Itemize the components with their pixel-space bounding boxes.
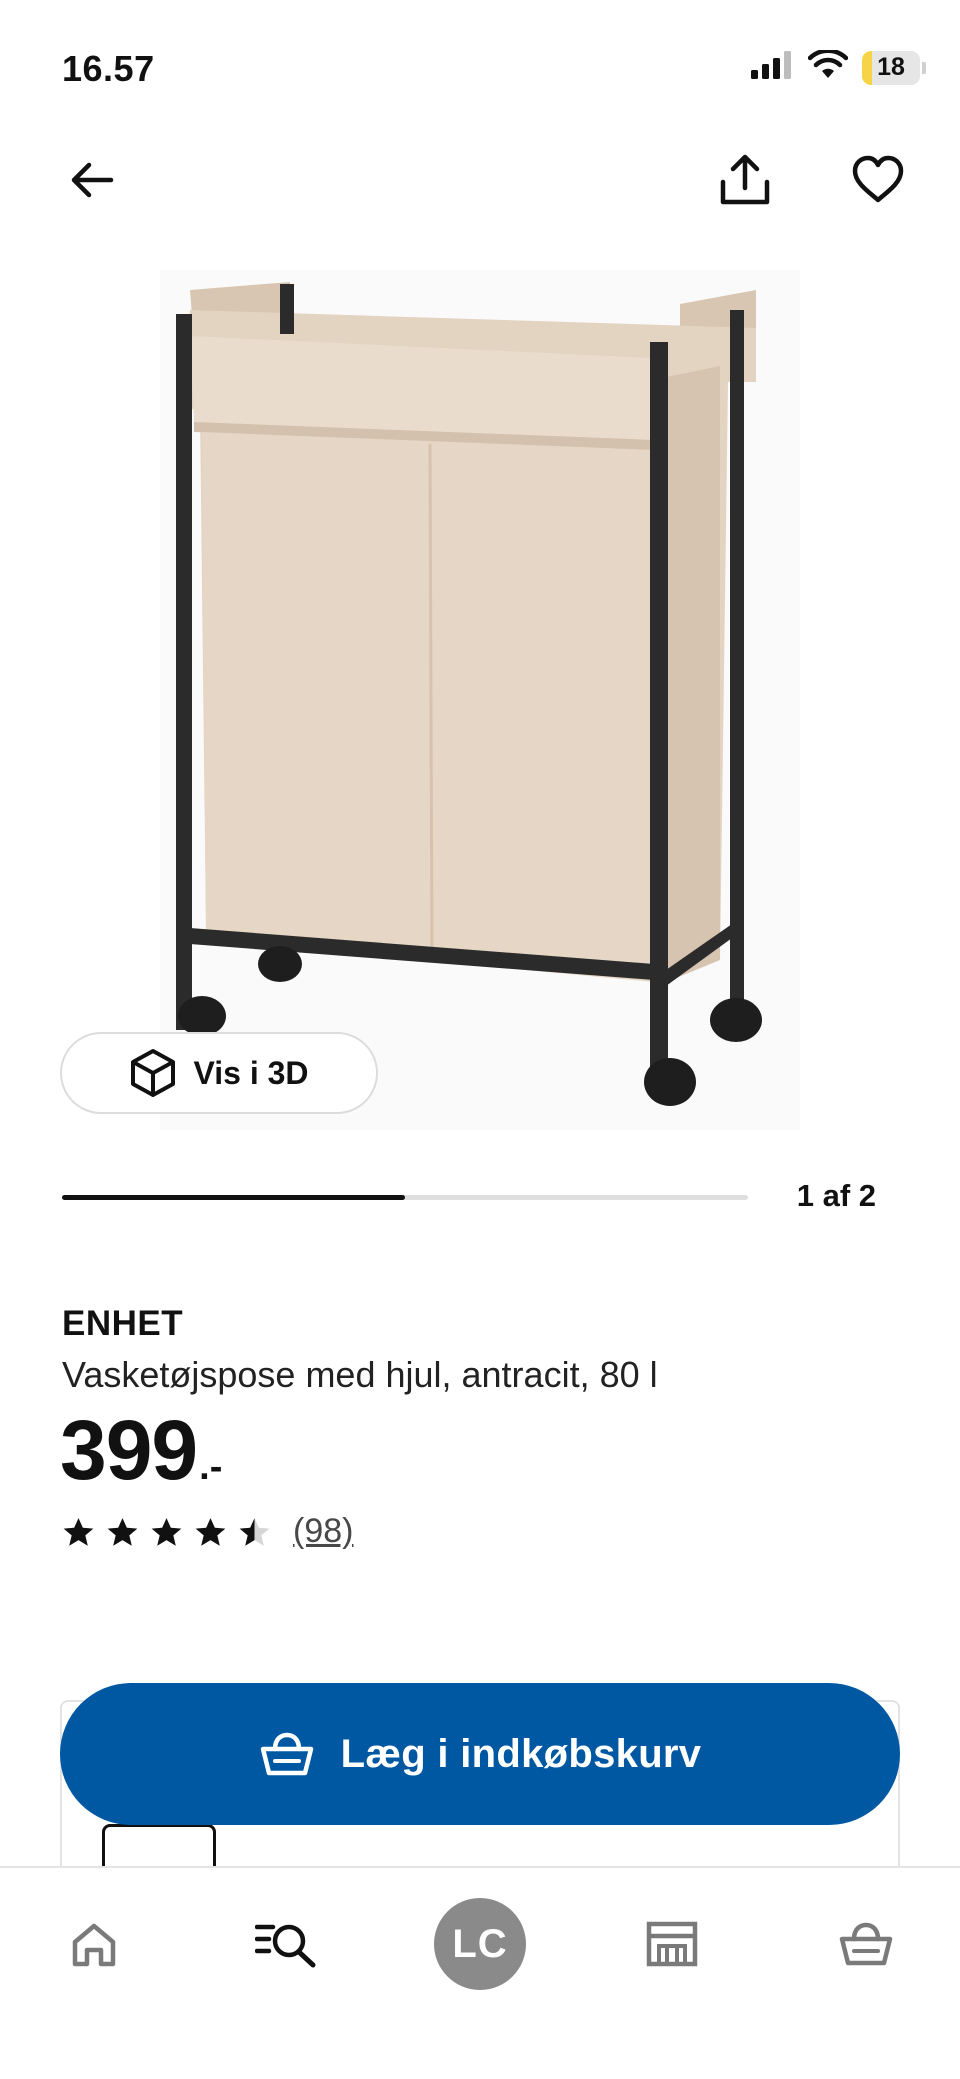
review-count-link[interactable]: (98) <box>293 1512 353 1551</box>
favourite-button[interactable] <box>838 140 918 220</box>
product-image[interactable] <box>160 270 800 1130</box>
wifi-icon <box>807 48 849 85</box>
product-name: ENHET <box>62 1304 184 1343</box>
basket-icon <box>260 1732 313 1776</box>
price-value: 399 <box>60 1403 198 1497</box>
product-rating[interactable]: (98) <box>62 1512 353 1551</box>
laundry-bag-illustration <box>160 270 800 1130</box>
status-time: 16.57 <box>62 48 155 89</box>
battery-icon: 18 <box>862 50 926 85</box>
star-full-icon <box>195 1517 226 1546</box>
share-button[interactable] <box>705 140 785 220</box>
search-list-icon <box>255 1924 316 1968</box>
rating-stars <box>62 1516 271 1548</box>
avatar-initials: LC <box>452 1921 508 1966</box>
carousel-progress-fill <box>62 1195 405 1200</box>
cube-icon <box>131 1049 176 1097</box>
share-icon <box>720 154 770 205</box>
basket-icon <box>839 1922 893 1966</box>
carousel-progress-track <box>62 1195 748 1200</box>
store-icon <box>646 1921 698 1967</box>
home-icon <box>72 1923 116 1967</box>
avatar: LC <box>434 1898 526 1990</box>
nav-home[interactable] <box>44 1894 144 1994</box>
view-in-3d-button[interactable]: Vis i 3D <box>60 1032 378 1114</box>
status-icons: 18 <box>750 48 926 85</box>
heart-icon <box>852 155 904 203</box>
carousel-counter: 1 af 2 <box>796 1178 876 1213</box>
add-to-cart-label: Læg i indkøbskurv <box>340 1731 702 1776</box>
back-arrow-icon <box>71 162 114 198</box>
nav-stores[interactable] <box>622 1894 722 1994</box>
view-in-3d-label: Vis i 3D <box>193 1054 309 1091</box>
nav-profile[interactable]: LC <box>430 1894 530 1994</box>
battery-body: 18 <box>862 50 920 85</box>
bottom-navigation: LC <box>0 1866 960 2079</box>
product-price: 399 .- <box>60 1408 222 1492</box>
star-half-icon <box>239 1517 270 1546</box>
battery-tip <box>922 61 926 74</box>
price-suffix: .- <box>199 1446 223 1488</box>
star-full-icon <box>151 1517 182 1546</box>
back-button[interactable] <box>52 140 132 220</box>
cellular-signal-icon <box>750 50 794 85</box>
star-full-icon <box>63 1517 94 1546</box>
battery-level: 18 <box>877 53 905 81</box>
star-full-icon <box>107 1517 138 1546</box>
image-carousel-indicator: 1 af 2 <box>62 1175 942 1225</box>
nav-basket[interactable] <box>816 1894 916 1994</box>
status-bar: 16.57 18 <box>0 0 960 130</box>
product-description: Vasketøjspose med hjul, antracit, 80 l <box>62 1354 658 1395</box>
top-navigation <box>0 140 960 230</box>
nav-search[interactable] <box>236 1894 336 1994</box>
add-to-cart-button[interactable]: Læg i indkøbskurv <box>60 1683 900 1825</box>
